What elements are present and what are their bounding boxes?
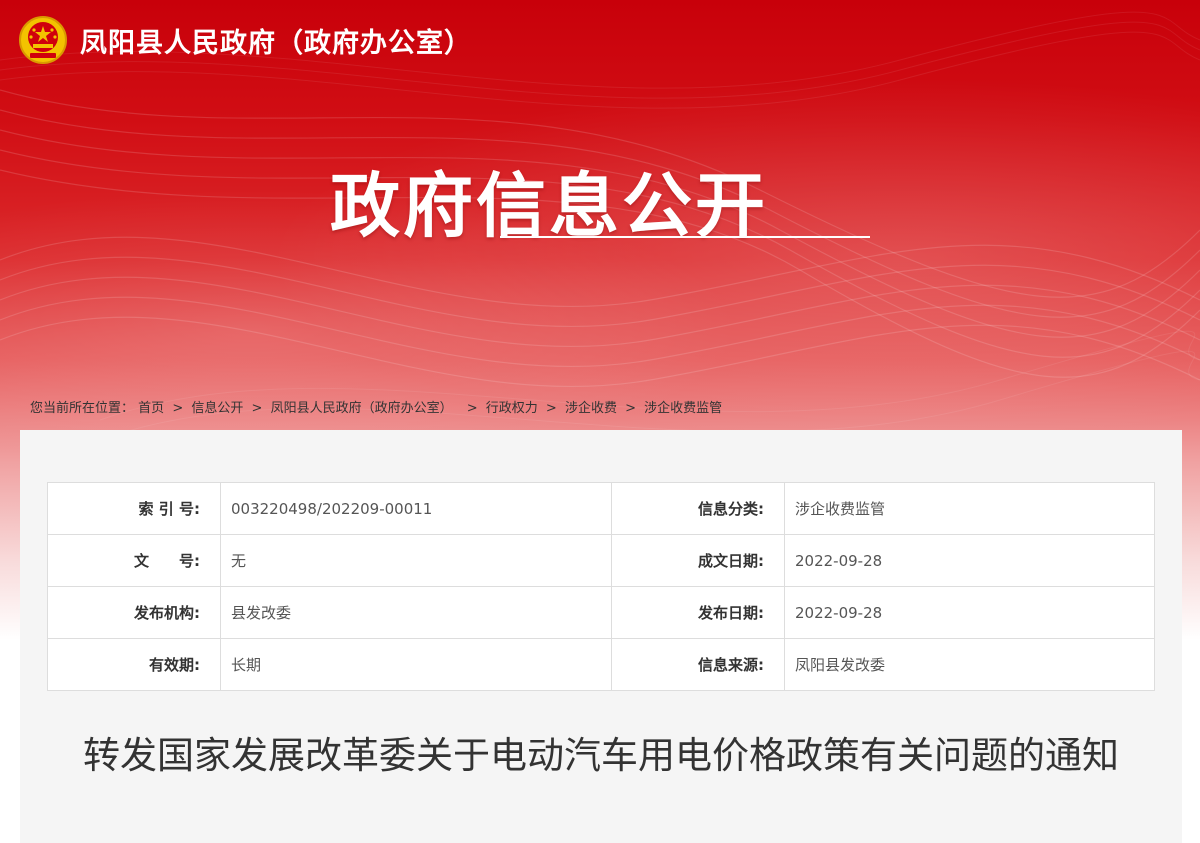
- breadcrumb-separator: >: [172, 401, 184, 416]
- breadcrumb-separator: >: [251, 401, 263, 416]
- breadcrumb-item-county-government[interactable]: 凤阳县人民政府（政府办公室）: [271, 401, 453, 416]
- breadcrumb-item-info-disclosure[interactable]: 信息公开: [191, 401, 243, 416]
- validity-value: 长期: [220, 638, 612, 691]
- breadcrumb-separator: >: [625, 401, 637, 416]
- publish-date-value: 2022-09-28: [784, 586, 1155, 639]
- content-panel: 索 引 号: 003220498/202209-00011 信息分类: 涉企收费…: [20, 430, 1182, 843]
- site-header: 凤阳县人民政府（政府办公室）: [18, 10, 472, 70]
- document-number-label: 文 号:: [47, 534, 221, 587]
- document-title: 转发国家发展改革委关于电动汽车用电价格政策有关问题的通知: [83, 734, 1119, 777]
- site-title[interactable]: 凤阳县人民政府（政府办公室）: [80, 21, 472, 60]
- breadcrumb-prefix: 您当前所在位置：: [30, 401, 135, 416]
- title-underline: [500, 236, 870, 238]
- breadcrumb-item-fee-supervision[interactable]: 涉企收费监管: [644, 401, 722, 416]
- breadcrumb: 您当前所在位置： 首页 > 信息公开 > 凤阳县人民政府（政府办公室） > 行政…: [30, 397, 722, 416]
- breadcrumb-item-home[interactable]: 首页: [138, 401, 164, 416]
- publishing-agency-value: 县发改委: [220, 586, 612, 639]
- info-source-label: 信息来源:: [611, 638, 785, 691]
- validity-label: 有效期:: [47, 638, 221, 691]
- info-source-value: 凤阳县发改委: [784, 638, 1155, 691]
- breadcrumb-separator: >: [545, 401, 557, 416]
- table-row: 有效期: 长期 信息来源: 凤阳县发改委: [47, 638, 1155, 691]
- publish-date-label: 发布日期:: [611, 586, 785, 639]
- national-emblem-icon: [19, 16, 67, 64]
- breadcrumb-item-enterprise-fees[interactable]: 涉企收费: [565, 401, 617, 416]
- info-category-label: 信息分类:: [611, 482, 785, 535]
- info-category-value: 涉企收费监管: [784, 482, 1155, 535]
- info-metadata-table: 索 引 号: 003220498/202209-00011 信息分类: 涉企收费…: [47, 482, 1155, 691]
- table-row: 文 号: 无 成文日期: 2022-09-28: [47, 534, 1155, 587]
- breadcrumb-separator: >: [466, 401, 478, 416]
- written-date-label: 成文日期:: [611, 534, 785, 587]
- publishing-agency-label: 发布机构:: [47, 586, 221, 639]
- index-number-value: 003220498/202209-00011: [220, 482, 612, 535]
- table-row: 索 引 号: 003220498/202209-00011 信息分类: 涉企收费…: [47, 482, 1155, 535]
- index-number-label: 索 引 号:: [47, 482, 221, 535]
- document-number-value: 无: [220, 534, 612, 587]
- written-date-value: 2022-09-28: [784, 534, 1155, 587]
- breadcrumb-item-administrative-power[interactable]: 行政权力: [486, 401, 538, 416]
- table-row: 发布机构: 县发改委 发布日期: 2022-09-28: [47, 586, 1155, 639]
